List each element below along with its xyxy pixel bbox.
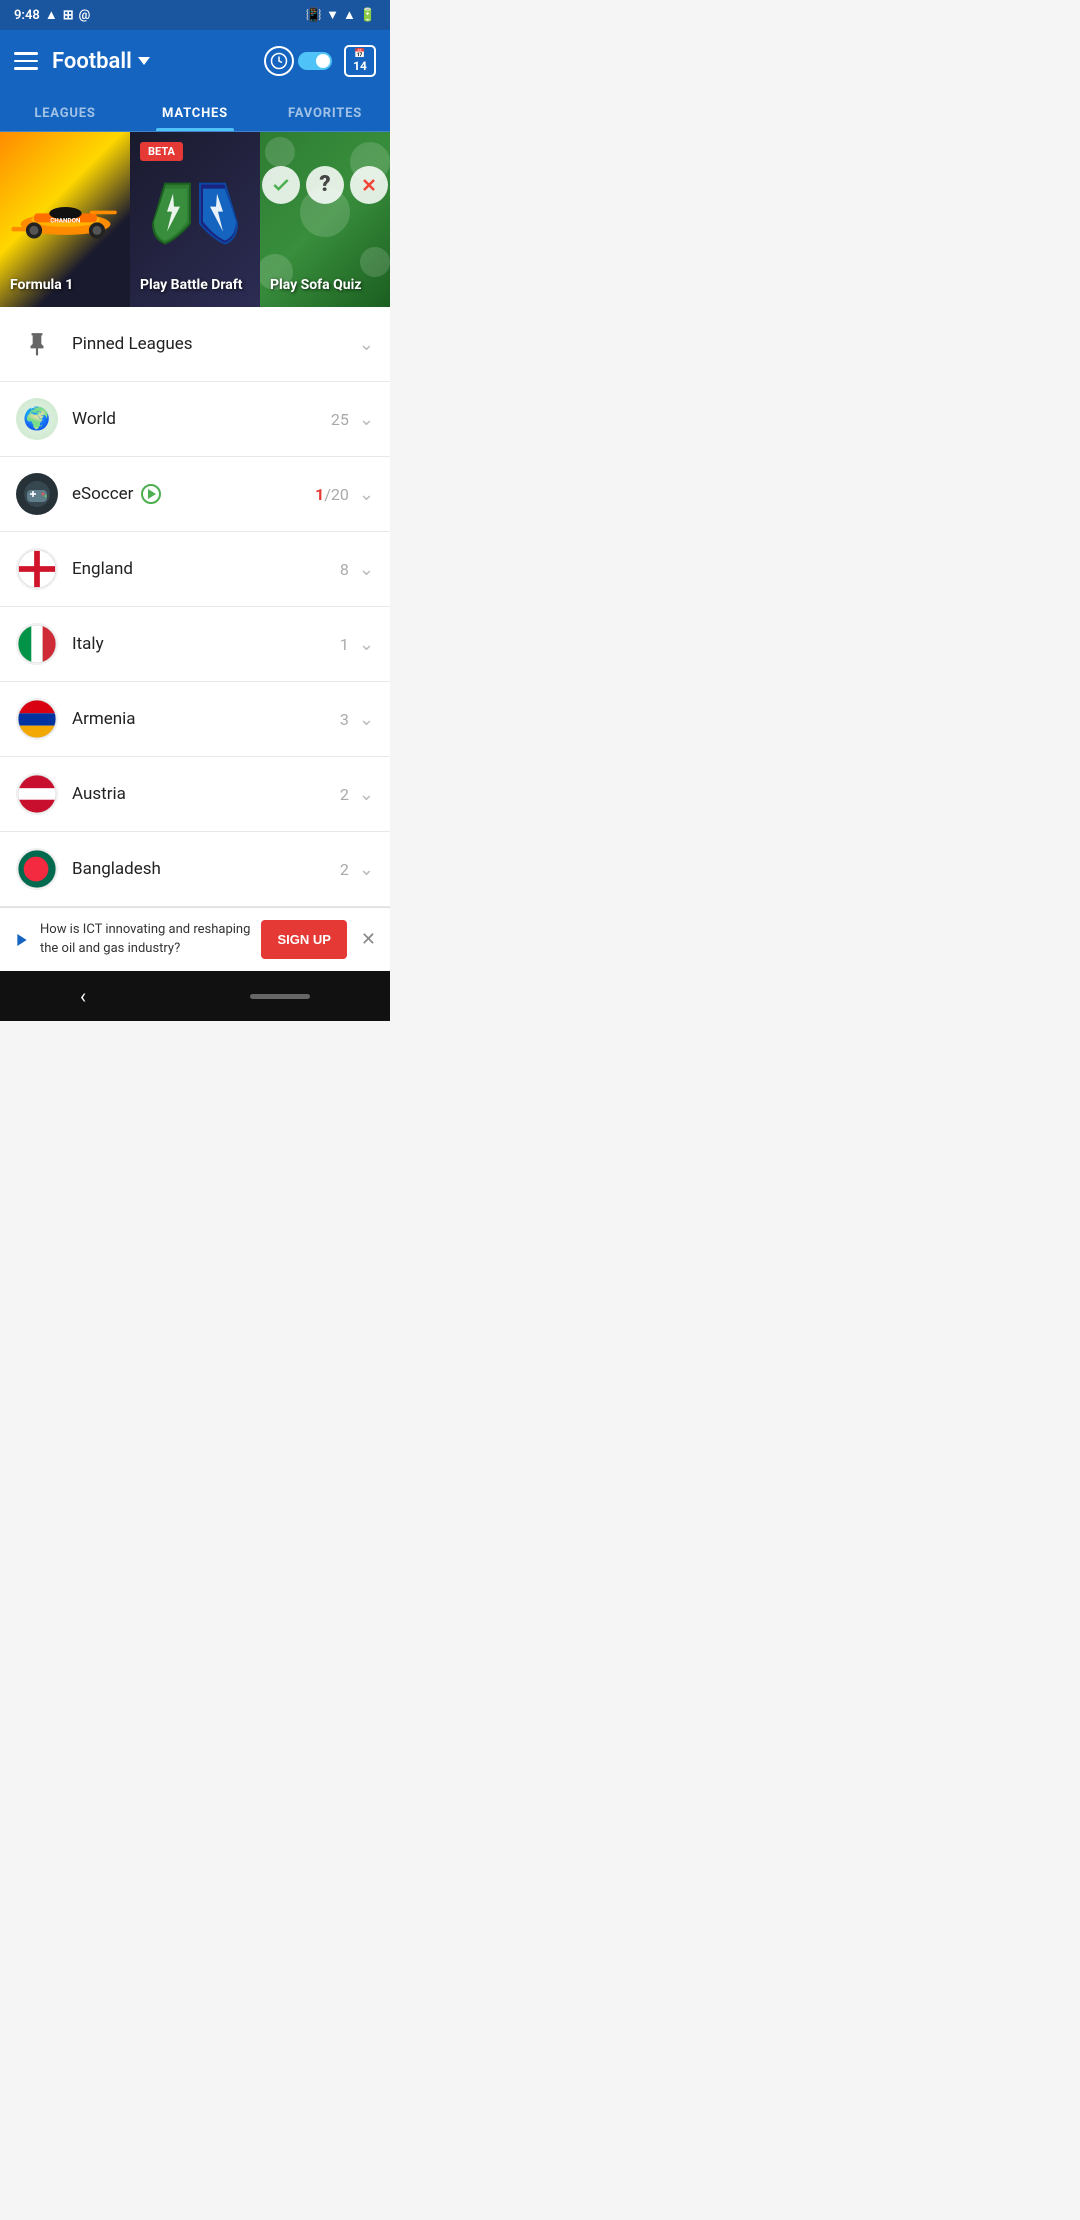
- italy-flag: [16, 623, 58, 665]
- toggle-switch[interactable]: [298, 52, 332, 70]
- bottom-navigation-bar: ‹: [0, 971, 390, 1021]
- status-time: 9:48: [14, 8, 40, 23]
- sofa-quiz-label: Play Sofa Quiz: [270, 277, 361, 293]
- england-label: England: [72, 559, 340, 579]
- promo-card-formula1[interactable]: CHANDON Formula 1: [0, 132, 130, 307]
- status-left: 9:48 ▲ ⊞ @: [14, 7, 90, 23]
- clock-icon: [264, 46, 294, 76]
- live-icon: [141, 484, 161, 504]
- at-icon: @: [79, 8, 91, 23]
- austria-label: Austria: [72, 784, 340, 804]
- home-indicator[interactable]: [250, 994, 310, 999]
- world-label: World: [72, 409, 331, 429]
- list-item-england[interactable]: England 8 ⌄: [0, 532, 390, 607]
- world-icon: 🌍: [16, 398, 58, 440]
- header-icons: 📅 14: [264, 45, 376, 77]
- list-item-world[interactable]: 🌍 World 25 ⌄: [0, 382, 390, 457]
- chevron-icon: ⌄: [359, 859, 374, 880]
- chevron-icon: ⌄: [359, 334, 374, 355]
- chevron-icon: ⌄: [359, 634, 374, 655]
- status-right: 📳 ▼ ▲ 🔋: [306, 7, 376, 23]
- armenia-label: Armenia: [72, 709, 340, 729]
- f1-label: Formula 1: [10, 277, 73, 293]
- header: Football 📅 14: [0, 30, 390, 92]
- esoccer-icon: [16, 473, 58, 515]
- chevron-icon: ⌄: [359, 784, 374, 805]
- list-item-armenia[interactable]: Armenia 3 ⌄: [0, 682, 390, 757]
- calendar-button[interactable]: 📅 14: [344, 45, 376, 77]
- ad-text: How is ICT innovating and reshaping the …: [40, 921, 251, 957]
- ad-play-icon: [14, 932, 30, 948]
- chevron-icon: ⌄: [359, 409, 374, 430]
- bangladesh-label: Bangladesh: [72, 859, 340, 879]
- tab-leagues[interactable]: LEAGUES: [0, 92, 130, 131]
- armenia-flag: [16, 698, 58, 740]
- list-item-bangladesh[interactable]: Bangladesh 2 ⌄: [0, 832, 390, 907]
- wifi-icon: ▼: [326, 7, 339, 23]
- bangladesh-flag: [16, 848, 58, 890]
- promo-strip: CHANDON Formula 1 BETA: [0, 132, 390, 307]
- england-flag: [16, 548, 58, 590]
- ad-close-button[interactable]: ✕: [361, 929, 376, 950]
- italy-label: Italy: [72, 634, 340, 654]
- sport-title: Football: [52, 49, 132, 74]
- list-item-pinned[interactable]: Pinned Leagues ⌄: [0, 307, 390, 382]
- bangladesh-count: 2: [340, 860, 349, 879]
- list-item-austria[interactable]: Austria 2 ⌄: [0, 757, 390, 832]
- tab-favorites[interactable]: FAVORITES: [260, 92, 390, 131]
- back-button[interactable]: ‹: [80, 984, 86, 1008]
- chevron-icon: ⌄: [359, 559, 374, 580]
- esoccer-count: 1/20: [315, 485, 349, 504]
- menu-button[interactable]: [14, 52, 38, 70]
- list-item-esoccer[interactable]: eSoccer 1/20 ⌄: [0, 457, 390, 532]
- italy-count: 1: [340, 635, 349, 654]
- pin-icon: [16, 323, 58, 365]
- tabs-bar: LEAGUES MATCHES FAVORITES: [0, 92, 390, 132]
- esoccer-label: eSoccer: [72, 484, 315, 504]
- image-icon: ⊞: [63, 8, 74, 23]
- signal-icon: ▲: [343, 7, 356, 23]
- pinned-leagues-label: Pinned Leagues: [72, 334, 359, 354]
- ad-banner: How is ICT innovating and reshaping the …: [0, 907, 390, 971]
- austria-flag: [16, 773, 58, 815]
- battery-icon: 🔋: [360, 8, 376, 23]
- drive-icon: ▲: [45, 7, 58, 23]
- england-count: 8: [340, 560, 349, 579]
- chevron-icon: ⌄: [359, 484, 374, 505]
- armenia-count: 3: [340, 710, 349, 729]
- svg-text:CHANDON: CHANDON: [50, 216, 81, 224]
- list-item-italy[interactable]: Italy 1 ⌄: [0, 607, 390, 682]
- status-bar: 9:48 ▲ ⊞ @ 📳 ▼ ▲ 🔋: [0, 0, 390, 30]
- battle-draft-label: Play Battle Draft: [140, 277, 243, 293]
- leagues-list: Pinned Leagues ⌄ 🌍 World 25 ⌄ eSoccer: [0, 307, 390, 907]
- world-count: 25: [331, 410, 349, 429]
- sign-up-button[interactable]: SIGN UP: [261, 920, 346, 959]
- vibrate-icon: 📳: [306, 8, 322, 23]
- chevron-icon: ⌄: [359, 709, 374, 730]
- live-toggle[interactable]: [264, 46, 332, 76]
- beta-badge: BETA: [140, 142, 183, 161]
- promo-card-battle-draft[interactable]: BETA Play Battle Draft: [130, 132, 260, 307]
- promo-card-sofa-quiz[interactable]: ? Play Sofa Quiz: [260, 132, 390, 307]
- austria-count: 2: [340, 785, 349, 804]
- chevron-down-icon: [138, 57, 150, 65]
- sport-selector[interactable]: Football: [52, 49, 250, 74]
- tab-matches[interactable]: MATCHES: [130, 92, 260, 131]
